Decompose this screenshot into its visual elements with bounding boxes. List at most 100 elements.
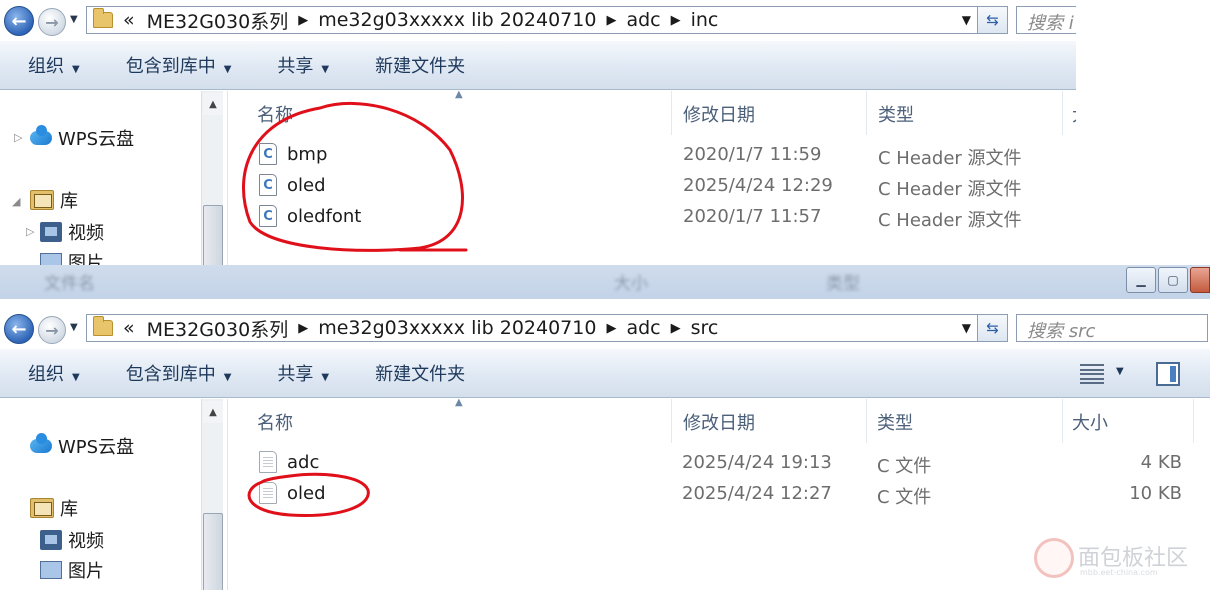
navigation-pane: WPS云盘 库 视频 图片 ▲ [0, 399, 228, 590]
back-button[interactable]: ← [4, 6, 34, 36]
column-header-name[interactable]: 名称 [257, 101, 293, 127]
column-divider[interactable] [1062, 91, 1063, 135]
nav-scrollbar[interactable]: ▲ [201, 399, 223, 590]
breadcrumb-chevron-icon[interactable]: ▶ [298, 13, 308, 28]
column-divider[interactable] [1062, 399, 1063, 443]
tree-item-videos[interactable]: 视频 [40, 219, 104, 245]
blurred-name-header: 文件名 [44, 274, 95, 294]
file-row[interactable]: oled 2025/4/24 12:27 C 文件 10 KB [229, 480, 1210, 510]
file-name: bmp [287, 144, 328, 165]
tree-item-videos[interactable]: 视频 [40, 527, 104, 553]
file-type: C 文件 [877, 456, 932, 477]
search-input[interactable]: 搜索 i [1016, 6, 1076, 34]
expand-arrow-icon[interactable]: ▷ [26, 225, 34, 238]
minimize-button[interactable]: ▁ [1126, 267, 1156, 293]
column-header-size[interactable]: 大小 [1072, 409, 1108, 435]
file-row[interactable]: C oled 2025/4/24 12:29 C Header 源文件 [229, 172, 1076, 202]
file-row[interactable]: C bmp 2020/1/7 11:59 C Header 源文件 [229, 141, 1076, 171]
organize-menu[interactable]: 组织 ▼ [28, 52, 80, 78]
scroll-up-arrow-icon[interactable]: ▲ [203, 93, 223, 115]
recent-pages-dropdown[interactable]: ▼ [70, 322, 78, 333]
column-header-modified[interactable]: 修改日期 [683, 409, 755, 435]
column-header-type[interactable]: 类型 [878, 101, 914, 127]
scroll-thumb[interactable] [203, 513, 223, 590]
address-dropdown-icon[interactable]: ▼ [962, 13, 971, 27]
breadcrumb-chevron-icon[interactable]: ▶ [298, 321, 308, 336]
sort-ascending-icon: ▲ [455, 397, 463, 408]
command-bar: 组织 ▼ 包含到库中 ▼ 共享 ▼ 新建文件夹 [0, 40, 1076, 90]
breadcrumb-item[interactable]: adc [626, 9, 660, 31]
tree-item-label: 视频 [68, 531, 104, 552]
tree-item-library[interactable]: 库 [30, 495, 78, 521]
new-folder-button[interactable]: 新建文件夹 [375, 52, 465, 78]
scroll-up-arrow-icon[interactable]: ▲ [203, 401, 223, 423]
breadcrumb-item[interactable]: me32g03xxxxx lib 20240710 [318, 317, 596, 339]
column-header-size[interactable]: 大 [1072, 101, 1076, 127]
collapse-arrow-icon[interactable]: ◢ [12, 195, 20, 208]
file-type: C 文件 [877, 487, 932, 508]
column-header-name[interactable]: 名称 [257, 409, 293, 435]
breadcrumb-item[interactable]: ME32G030系列 [147, 315, 289, 342]
file-name: oled [287, 175, 326, 196]
nav-scrollbar[interactable]: ▲ [201, 91, 223, 265]
scroll-thumb[interactable] [203, 205, 223, 265]
tree-item-library[interactable]: 库 [30, 187, 78, 213]
share-menu[interactable]: 共享 ▼ [277, 52, 329, 78]
column-divider[interactable] [866, 399, 867, 443]
breadcrumb-item[interactable]: ME32G030系列 [147, 7, 289, 34]
column-header-type[interactable]: 类型 [877, 409, 913, 435]
breadcrumb-item[interactable]: adc [626, 317, 660, 339]
breadcrumb-chevron-icon[interactable]: ▶ [671, 321, 681, 336]
include-in-library-menu[interactable]: 包含到库中 ▼ [126, 52, 232, 78]
tree-item-pictures[interactable]: 图片 [40, 249, 104, 265]
forward-button[interactable]: → [38, 8, 66, 36]
search-input[interactable]: 搜索 src [1016, 314, 1208, 342]
breadcrumb-chevron-icon[interactable]: ▶ [606, 13, 616, 28]
video-library-icon [40, 530, 62, 550]
tree-item-wps-cloud[interactable]: WPS云盘 [30, 433, 134, 459]
expand-arrow-icon[interactable]: ▷ [14, 131, 22, 144]
file-type: C Header 源文件 [878, 148, 1022, 169]
preview-pane-icon[interactable] [1156, 362, 1180, 386]
breadcrumb-chevron-icon[interactable]: ▶ [671, 13, 681, 28]
breadcrumb-item[interactable]: src [691, 317, 719, 339]
column-divider[interactable] [671, 91, 672, 135]
refresh-button[interactable]: ⇆ [978, 314, 1008, 342]
view-options-dropdown-icon[interactable]: ▼ [1116, 366, 1124, 377]
column-divider[interactable] [1193, 399, 1194, 443]
tree-item-label: 视频 [68, 223, 104, 244]
blurred-column-header: 文件名 大小 类型 [0, 265, 1210, 299]
close-button[interactable] [1190, 267, 1210, 293]
library-icon [30, 190, 54, 210]
file-row[interactable]: adc 2025/4/24 19:13 C 文件 4 KB [229, 449, 1210, 479]
maximize-button[interactable]: ▢ [1158, 267, 1188, 293]
recent-pages-dropdown[interactable]: ▼ [70, 14, 78, 25]
column-header-modified[interactable]: 修改日期 [683, 101, 755, 127]
explorer-window-inc: ← → ▼ « ME32G030系列 ▶ me32g03xxxxx lib 20… [0, 0, 1076, 265]
address-dropdown-icon[interactable]: ▼ [962, 321, 971, 335]
column-divider[interactable] [671, 399, 672, 443]
breadcrumb-item[interactable]: me32g03xxxxx lib 20240710 [318, 9, 596, 31]
organize-menu[interactable]: 组织 ▼ [28, 360, 80, 386]
share-menu[interactable]: 共享 ▼ [277, 360, 329, 386]
forward-button[interactable]: → [38, 316, 66, 344]
breadcrumb-chevron-icon[interactable]: ▶ [606, 321, 616, 336]
breadcrumb-item[interactable]: inc [691, 9, 719, 31]
new-folder-button[interactable]: 新建文件夹 [375, 360, 465, 386]
address-bar[interactable]: « ME32G030系列 ▶ me32g03xxxxx lib 20240710… [86, 6, 978, 34]
include-in-library-menu[interactable]: 包含到库中 ▼ [126, 360, 232, 386]
title-bar[interactable]: 文件名 大小 类型 ▁ ▢ [0, 265, 1210, 299]
file-row[interactable]: C oledfont 2020/1/7 11:57 C Header 源文件 [229, 203, 1076, 233]
tree-item-wps-cloud[interactable]: WPS云盘 [30, 125, 134, 151]
tree-item-label: 库 [60, 191, 78, 212]
back-button[interactable]: ← [4, 314, 34, 344]
refresh-button[interactable]: ⇆ [978, 6, 1008, 34]
tree-item-label: WPS云盘 [58, 129, 135, 150]
breadcrumb-overflow[interactable]: « [123, 9, 135, 31]
tree-item-pictures[interactable]: 图片 [40, 557, 104, 583]
column-divider[interactable] [866, 91, 867, 135]
address-bar[interactable]: « ME32G030系列 ▶ me32g03xxxxx lib 20240710… [86, 314, 978, 342]
breadcrumb-overflow[interactable]: « [123, 317, 135, 339]
file-modified: 2020/1/7 11:59 [683, 144, 822, 165]
change-view-icon[interactable] [1080, 364, 1104, 384]
